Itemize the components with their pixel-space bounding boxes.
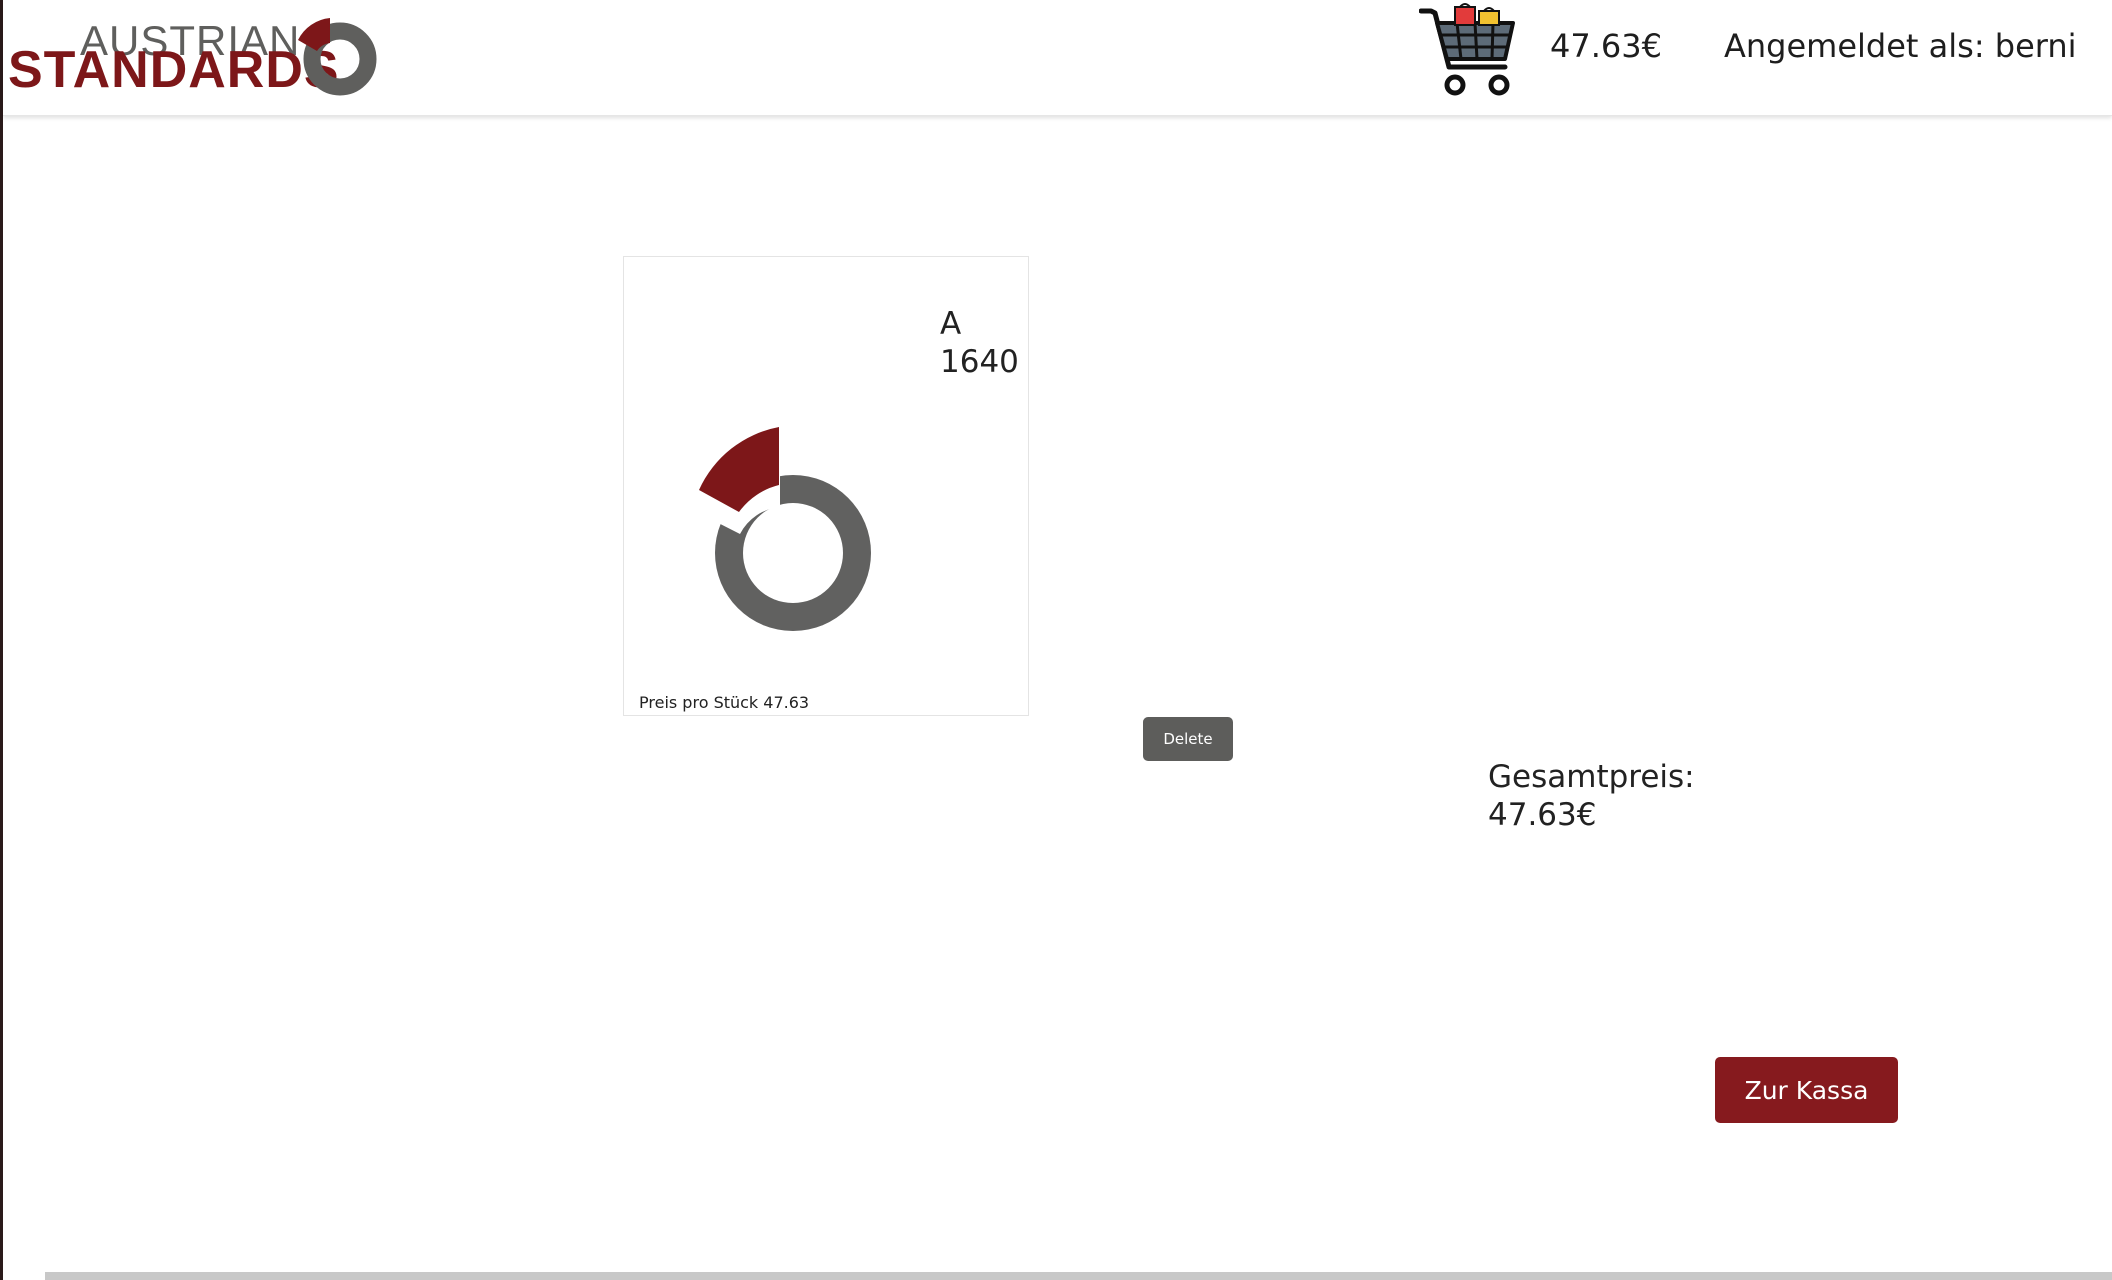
horizontal-scrollbar[interactable] (45, 1272, 2112, 1280)
shopping-cart-icon[interactable] (1419, 3, 1519, 99)
logo-text-standards: STANDARDS (8, 41, 340, 99)
cart-total-amount: 47.63€ (1550, 27, 1662, 65)
product-unit-price: Preis pro Stück 47.63 (639, 693, 810, 712)
total-price-label: Gesamtpreis: (1488, 759, 1695, 795)
austrian-standards-logo[interactable]: AUSTRIAN STANDARDS (8, 18, 378, 98)
window-left-border (0, 0, 3, 1280)
product-logo-image (679, 422, 871, 631)
logged-in-user-label: Angemeldet als: berni (1724, 27, 2077, 65)
checkout-button[interactable]: Zur Kassa (1715, 1057, 1898, 1123)
delete-item-button[interactable]: Delete (1143, 717, 1233, 761)
total-price-value: 47.63€ (1488, 797, 1597, 833)
cart-item-card: A 1640 Preis pro Stück 47.63 (623, 256, 1029, 716)
logo-ring-icon (298, 18, 377, 96)
product-title: A 1640 (940, 306, 1019, 380)
top-bar: AUSTRIAN STANDARDS 47.63€ Angemeldet als… (3, 0, 2112, 116)
